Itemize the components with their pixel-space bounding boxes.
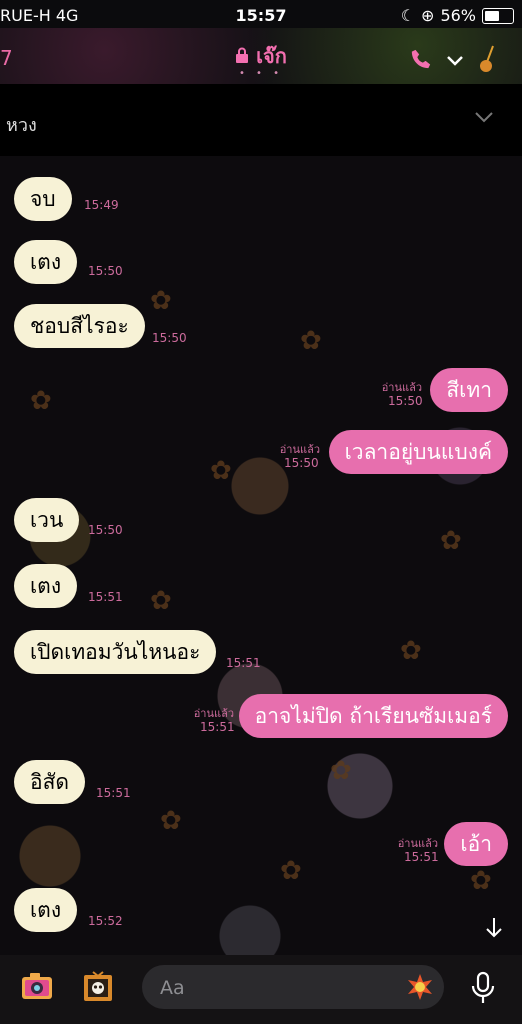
message-time: 15:50 (388, 394, 423, 408)
input-bar (0, 955, 522, 1024)
message-time: 15:51 (88, 590, 123, 604)
message-time: 15:50 (88, 264, 123, 278)
chat-title-text: เจ๊ก (256, 44, 287, 68)
chevron-down-icon[interactable] (474, 108, 494, 127)
message-time: 15:50 (152, 331, 187, 345)
moon-icon: ☾ (400, 6, 416, 25)
flower-decoration: ✿ (300, 326, 322, 356)
flower-decoration: ✿ (470, 866, 492, 896)
message-bubble[interactable]: เปิดเทอมวันไหนอะ (14, 630, 217, 674)
message-bubble[interactable]: จบ (14, 177, 72, 221)
rotation-lock-icon: ⊕ (421, 6, 435, 25)
camera-icon[interactable] (20, 971, 54, 1007)
message-time: 15:51 (200, 720, 235, 734)
microphone-icon[interactable] (470, 971, 496, 1009)
message-bubble[interactable]: เตง (14, 240, 78, 284)
header-actions (410, 44, 500, 78)
message-bubble[interactable]: อิสัด (14, 760, 86, 804)
message-time: 15:52 (88, 914, 123, 928)
guitar-icon[interactable] (478, 44, 500, 78)
flower-decoration: ✿ (30, 386, 52, 416)
message-time: 15:51 (226, 656, 261, 670)
message-bubble[interactable]: อาจไม่ปิด ถ้าเรียนซัมเมอร์ (238, 694, 508, 738)
flower-decoration: ✿ (160, 806, 182, 836)
flower-decoration: ✿ (400, 636, 422, 666)
message-bubble[interactable]: เอ้า (444, 822, 508, 866)
status-bar: RUE-H 4G 15:57 ☾ ⊕ 56% (0, 0, 522, 30)
note-bar[interactable]: หวง (0, 84, 522, 156)
message-input[interactable] (158, 973, 382, 1003)
message-bubble[interactable]: เตง (14, 888, 78, 932)
flower-decoration: ✿ (440, 526, 462, 556)
flower-decoration: ✿ (210, 456, 232, 486)
message-time: 15:49 (84, 198, 119, 212)
battery-icon (482, 7, 514, 24)
message-time: 15:50 (284, 456, 319, 470)
message-time: 15:51 (404, 850, 439, 864)
flower-decoration: ✿ (280, 856, 302, 886)
battery-percent: 56% (440, 6, 476, 25)
note-label: หวง (6, 115, 37, 136)
message-time: 15:51 (96, 786, 131, 800)
flower-decoration: ✿ (330, 756, 352, 786)
message-time: 15:50 (88, 523, 123, 537)
message-bubble[interactable]: เตง (14, 564, 78, 608)
chevron-down-icon[interactable] (446, 52, 464, 71)
message-bubble[interactable]: สีเทา (430, 368, 508, 412)
message-input-field[interactable] (142, 965, 444, 1009)
image-icon[interactable] (82, 969, 114, 1007)
message-bubble[interactable]: เวลาอยู่บนแบงค์ (328, 430, 508, 474)
message-bubble[interactable]: ชอบสีไรอะ (14, 304, 145, 348)
status-indicators: ☾ ⊕ 56% (401, 6, 514, 25)
phone-icon[interactable] (410, 48, 432, 74)
flower-decoration: ✿ (150, 286, 172, 316)
flower-decoration: ✿ (150, 586, 172, 616)
message-bubble[interactable]: เวน (14, 498, 80, 542)
arrow-down-icon[interactable] (484, 916, 504, 944)
lock-icon (235, 44, 256, 68)
sticker-icon[interactable] (406, 973, 434, 1005)
chat-area[interactable]: ✿ ✿ ✿ ✿ ✿ ✿ ✿ ✿ ✿ ✿ ✿ (0, 156, 522, 956)
